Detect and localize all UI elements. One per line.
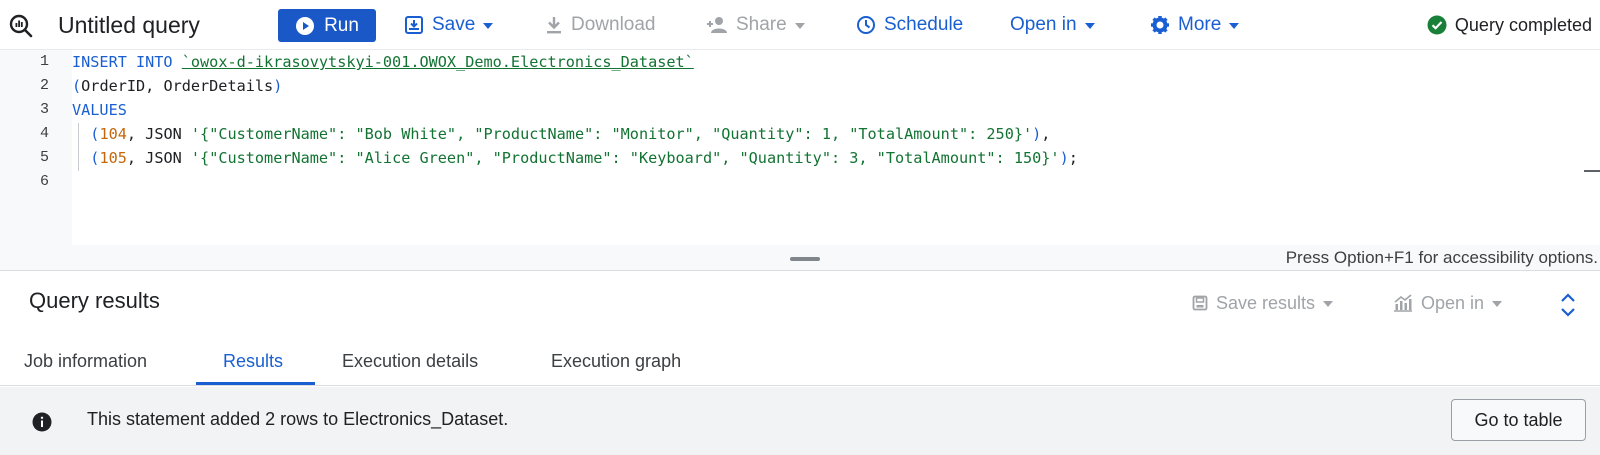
code-punct: ,	[1041, 125, 1051, 143]
expand-collapse-icon[interactable]	[1558, 292, 1578, 318]
chevron-down-icon	[483, 23, 494, 29]
code-text: , JSON	[126, 125, 191, 143]
paren: )	[1059, 149, 1069, 167]
line-number: 3	[39, 101, 49, 118]
schedule-button[interactable]: Schedule	[856, 0, 963, 50]
more-button-label: More	[1178, 14, 1222, 35]
results-open-in-label: Open in	[1421, 292, 1485, 313]
chevron-down-icon	[1492, 301, 1503, 307]
keyword: INSERT INTO	[72, 53, 173, 71]
add-person-icon	[707, 17, 727, 33]
code-line-5: (105, JSON '{"CustomerName": "Alice Gree…	[72, 149, 1078, 167]
results-open-in-button[interactable]: Open in	[1393, 288, 1503, 318]
paren: (	[72, 77, 82, 95]
table-reference[interactable]: `owox-d-ikrasovytskyi-001.OWOX_Demo.Elec…	[182, 53, 694, 71]
more-button[interactable]: More	[1150, 0, 1240, 50]
accessibility-hint: Press Option+F1 for accessibility option…	[1285, 248, 1598, 267]
number-literal: 104	[99, 125, 127, 143]
tab-execution-details[interactable]: Execution details	[342, 337, 478, 385]
code-line-1: INSERT INTO `owox-d-ikrasovytskyi-001.OW…	[72, 53, 694, 71]
line-number: 5	[39, 149, 49, 166]
save-results-label: Save results	[1216, 292, 1316, 313]
line-number: 2	[39, 77, 49, 94]
save-button-label: Save	[432, 14, 476, 35]
results-tabs: Job information Results Execution detail…	[0, 337, 1600, 386]
column-list: OrderID, OrderDetails	[81, 77, 274, 95]
tab-results[interactable]: Results	[223, 337, 283, 385]
resize-handle[interactable]	[790, 257, 820, 261]
download-icon	[547, 17, 561, 34]
string-literal: '{"CustomerName": "Alice Green", "Produc…	[190, 149, 1060, 167]
keyword: VALUES	[72, 101, 127, 119]
query-icon	[9, 14, 33, 38]
chevron-down-icon	[1084, 23, 1095, 29]
sql-editor[interactable]: 1 2 3 4 5 6 INSERT INTO `owox-d-ikrasovy…	[0, 50, 1600, 270]
chevron-down-icon	[1229, 23, 1240, 29]
paren: )	[1032, 125, 1042, 143]
results-title: Query results	[29, 288, 160, 313]
open-in-button-label: Open in	[1010, 14, 1077, 35]
number-literal: 105	[99, 149, 127, 167]
statement-message: This statement added 2 rows to Electroni…	[87, 409, 509, 429]
query-status: Query completed	[1427, 0, 1592, 50]
run-button-label: Run	[324, 14, 359, 36]
code-punct: ;	[1068, 149, 1078, 167]
code-line-2: (OrderID, OrderDetails)	[72, 77, 282, 95]
query-title[interactable]: Untitled query	[58, 0, 200, 50]
line-number: 6	[39, 173, 49, 190]
string-literal: '{"CustomerName": "Bob White", "ProductN…	[190, 125, 1033, 143]
tab-execution-graph[interactable]: Execution graph	[551, 337, 681, 385]
statement-info-bar: This statement added 2 rows to Electroni…	[0, 387, 1600, 455]
save-results-button[interactable]: Save results	[1192, 288, 1334, 318]
download-button[interactable]: Download	[545, 0, 656, 50]
active-tab-indicator	[196, 382, 315, 385]
go-to-table-button[interactable]: Go to table	[1451, 399, 1586, 441]
run-button[interactable]: Run	[278, 9, 376, 42]
save-icon	[405, 16, 423, 34]
check-circle-icon	[1427, 15, 1447, 35]
gear-icon	[1151, 16, 1169, 34]
paren: )	[273, 77, 283, 95]
chart-icon	[1394, 294, 1412, 312]
share-button[interactable]: Share	[706, 0, 805, 50]
line-number: 1	[39, 53, 49, 70]
line-number: 4	[39, 125, 49, 142]
save-button[interactable]: Save	[404, 0, 494, 50]
code-area[interactable]	[72, 50, 1600, 245]
tab-job-information[interactable]: Job information	[24, 337, 147, 385]
save-icon	[1192, 295, 1208, 311]
scrollbar-marker[interactable]	[1584, 170, 1600, 172]
query-toolbar: Untitled query Run Save Download Share S…	[0, 0, 1600, 50]
line-number-gutter: 1 2 3 4 5 6	[0, 50, 72, 245]
clock-icon	[857, 16, 875, 34]
info-icon	[32, 412, 52, 432]
indent-guide	[78, 123, 79, 171]
schedule-button-label: Schedule	[884, 14, 964, 35]
open-in-button[interactable]: Open in	[1010, 0, 1095, 50]
divider	[0, 270, 1600, 271]
download-button-label: Download	[571, 14, 656, 35]
chevron-down-icon	[794, 23, 805, 29]
share-button-label: Share	[736, 14, 787, 35]
code-line-3: VALUES	[72, 101, 127, 119]
play-icon	[296, 16, 315, 35]
chevron-down-icon	[1323, 301, 1334, 307]
code-text: , JSON	[126, 149, 191, 167]
code-line-4: (104, JSON '{"CustomerName": "Bob White"…	[72, 125, 1050, 143]
query-status-text: Query completed	[1454, 14, 1592, 35]
